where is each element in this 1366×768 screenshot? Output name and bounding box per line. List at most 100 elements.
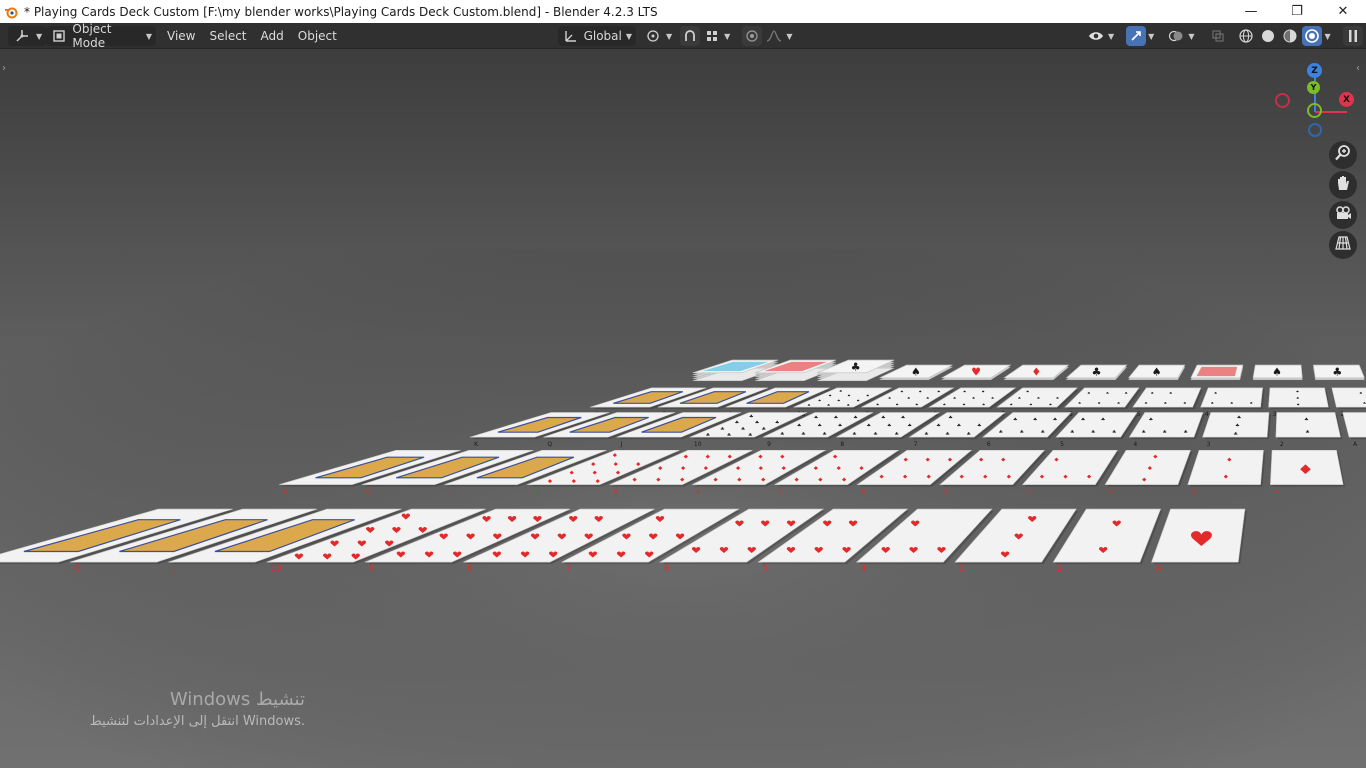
spades-pip-icon: ♠ [846,404,850,407]
visibility-eye-icon[interactable] [1086,26,1106,46]
object-mode-icon [50,26,68,46]
diamonds-pip-icon: ♦ [813,465,820,471]
card-rank-label: 8 [696,489,700,496]
clubs-pip-icon: ♣ [727,433,732,438]
gizmo-toggle-icon[interactable] [1126,26,1147,46]
gizmo-neg-z-ball[interactable] [1308,123,1322,137]
clubs-pip-icon: ♣ [1040,430,1045,435]
diamonds-pip-icon: ♦ [590,461,597,467]
hearts-pip-icon: ♥ [910,520,920,529]
diamonds-pip-icon: ♦ [1031,366,1041,379]
card-rank-label: 4 [1205,411,1209,418]
diamonds-pip-icon: ♦ [779,454,786,460]
card-rank-label: J [171,564,175,574]
spades-pip-icon: ♠ [1106,392,1110,395]
proportional-editing-icon[interactable] [742,26,763,46]
zoom-button[interactable] [1329,141,1357,169]
clubs-pip-icon: ♣ [822,432,827,437]
3d-viewport[interactable]: KQJ♠♠♠♠♠♠♠♠♠♠10♠♠♠♠♠♠♠♠♠9♠♠♠♠♠♠♠♠8♠♠♠♠♠♠… [0,49,1366,768]
spades-pip-icon: ♠ [962,403,966,406]
clubs-pip-icon: ♣ [1070,430,1075,435]
card-rank-label: A [1156,564,1162,574]
spades-pip-icon: ♠ [895,403,899,406]
deck-stack-11[interactable]: ♣ [1313,364,1365,381]
spades-pip-icon: ♠ [1078,401,1082,404]
deck-stack-10[interactable]: ♠ [1252,364,1303,381]
clubs-pip-icon: ♣ [720,427,725,432]
hearts-pip-icon: ♥ [548,551,558,560]
toolbar-expand-icon[interactable]: › [2,63,6,74]
deck-stack-8[interactable]: ♠ [1127,364,1186,381]
editor-type-dropdown[interactable]: ▼ [8,26,47,46]
window-title: * Playing Cards Deck Custom [F:\my blend… [24,4,658,19]
gizmo-neg-y-ball[interactable] [1307,103,1322,118]
camera-view-button[interactable] [1329,201,1357,229]
clubs-pip-icon: ♣ [966,432,971,437]
sidebar-toggle-icon[interactable] [1342,26,1363,46]
card-rank-label: 4 [1027,489,1031,496]
gizmo-neg-x-ball[interactable] [1275,93,1290,108]
card-rank-label: 9 [614,489,618,496]
spades-pip-icon: ♠ [807,404,811,407]
hearts-pip-icon: ♥ [760,520,770,529]
wireframe-shading-icon[interactable] [1236,26,1256,46]
sidebar-expand-icon[interactable]: ‹ [1356,63,1360,74]
deck-stack-9[interactable] [1190,364,1244,381]
spades-pip-icon: ♠ [1363,401,1366,404]
menu-select[interactable]: Select [202,26,253,46]
diamonds-pip-icon: ♦ [832,454,839,460]
material-preview-shading-icon[interactable] [1280,26,1300,46]
falloff-curve-icon[interactable] [764,26,784,46]
card-rank-label: 3 [959,564,964,574]
maximize-button[interactable]: ❐ [1274,0,1320,23]
spades-pip-icon: ♠ [943,403,947,406]
menu-add[interactable]: Add [254,26,291,46]
rendered-shading-icon[interactable] [1302,26,1323,46]
pan-button[interactable] [1329,171,1357,199]
gizmo-y-ball[interactable]: Y [1307,81,1320,94]
snap-increment-icon[interactable] [702,26,722,46]
chevron-down-icon: ▼ [1324,31,1331,41]
transform-orientation-dropdown[interactable]: Global ▼ [558,26,636,46]
hearts-pip-icon: ♥ [971,366,981,379]
clubs-pip-icon: ♣ [1332,366,1342,379]
diamonds-pip-icon: ♦ [1062,474,1069,480]
spades-pip-icon: ♠ [1296,397,1300,400]
gizmo-x-ball[interactable]: X [1339,92,1354,107]
camera-icon [1334,204,1352,226]
spades-pip-icon: ♠ [866,394,870,397]
solid-shading-icon[interactable] [1258,26,1278,46]
card-rank-label: 5 [762,564,767,574]
gizmo-z-ball[interactable]: Z [1307,63,1322,78]
card-rank-label: 9 [767,441,771,448]
card-rank-label: 2 [1192,489,1196,496]
clubs-pip-icon: ♣ [838,423,843,428]
hearts-pip-icon: ♥ [391,526,401,535]
chevron-down-icon: ▼ [36,31,43,41]
clubs-pip-icon: ♣ [852,432,857,437]
hearts-pip-icon: ♥ [557,533,567,542]
chevron-down-icon: ▼ [145,31,152,41]
clubs-pip-icon: ♣ [1304,417,1309,422]
diamonds-pip-icon: ♦ [612,452,619,458]
spades-pip-icon: ♠ [991,397,995,400]
clubs-pip-icon: ♣ [780,432,785,437]
menu-view[interactable]: View [160,26,202,46]
menu-object[interactable]: Object [291,26,344,46]
clubs-pip-icon: ♣ [1148,417,1153,422]
spades-pip-icon: ♠ [1124,392,1128,395]
clubs-pip-icon: ♣ [1235,423,1240,428]
close-button[interactable]: ✕ [1320,0,1366,23]
diamonds-pip-icon: ♦ [1152,454,1159,460]
snap-toggle-icon[interactable] [680,26,701,46]
clubs-pip-icon: ♣ [977,423,982,428]
hearts-pip-icon: ♥ [384,540,394,549]
card-scene[interactable]: KQJ♠♠♠♠♠♠♠♠♠♠10♠♠♠♠♠♠♠♠♠9♠♠♠♠♠♠♠♠8♠♠♠♠♠♠… [0,49,1366,768]
xray-toggle-icon[interactable] [1208,26,1228,46]
mode-dropdown[interactable]: Object Mode ▼ [46,22,156,50]
perspective-toggle-button[interactable] [1329,231,1357,259]
pivot-point-icon[interactable] [644,26,664,46]
clubs-pip-icon: ♣ [948,415,953,420]
minimize-button[interactable]: — [1228,0,1274,23]
overlays-toggle-icon[interactable] [1166,26,1186,46]
